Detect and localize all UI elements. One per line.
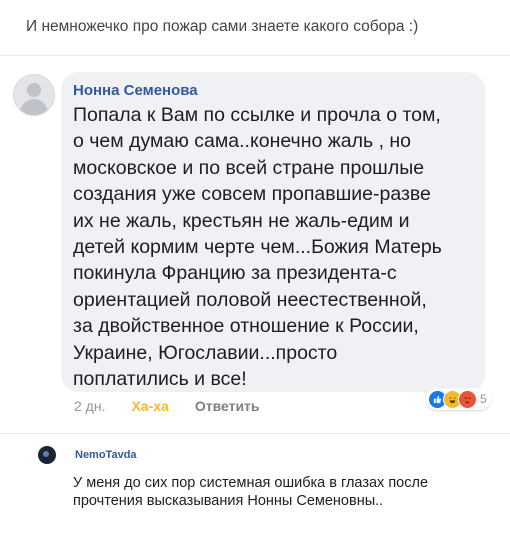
reply-avatar[interactable] bbox=[38, 446, 56, 464]
haha-reaction-button[interactable]: Ха-ха bbox=[131, 398, 168, 414]
comment-actions: 2 дн. Ха-ха Ответить bbox=[74, 398, 260, 414]
reply-text: У меня до сих пор системная ошибка в гла… bbox=[73, 475, 429, 509]
reply-button[interactable]: Ответить bbox=[195, 398, 260, 414]
avatar[interactable] bbox=[13, 74, 55, 116]
angry-icon bbox=[458, 389, 477, 409]
comment-text: Попала к Вам по ссылке и прочла о том, о… bbox=[73, 104, 442, 391]
comment-bubble: Нонна Семенова Попала к Вам по ссылке и … bbox=[61, 72, 485, 392]
divider bbox=[0, 433, 510, 434]
divider bbox=[0, 55, 510, 56]
reaction-count: 5 bbox=[480, 392, 487, 406]
default-avatar-icon bbox=[27, 83, 41, 97]
comment-timestamp[interactable]: 2 дн. bbox=[74, 398, 105, 414]
comment-author[interactable]: Нонна Семенова bbox=[73, 82, 473, 99]
reaction-summary[interactable]: 5 bbox=[426, 388, 491, 410]
post-text: И немножечко про пожар сами знаете каког… bbox=[26, 18, 419, 35]
reply-author[interactable]: NemoTavda bbox=[75, 449, 137, 461]
